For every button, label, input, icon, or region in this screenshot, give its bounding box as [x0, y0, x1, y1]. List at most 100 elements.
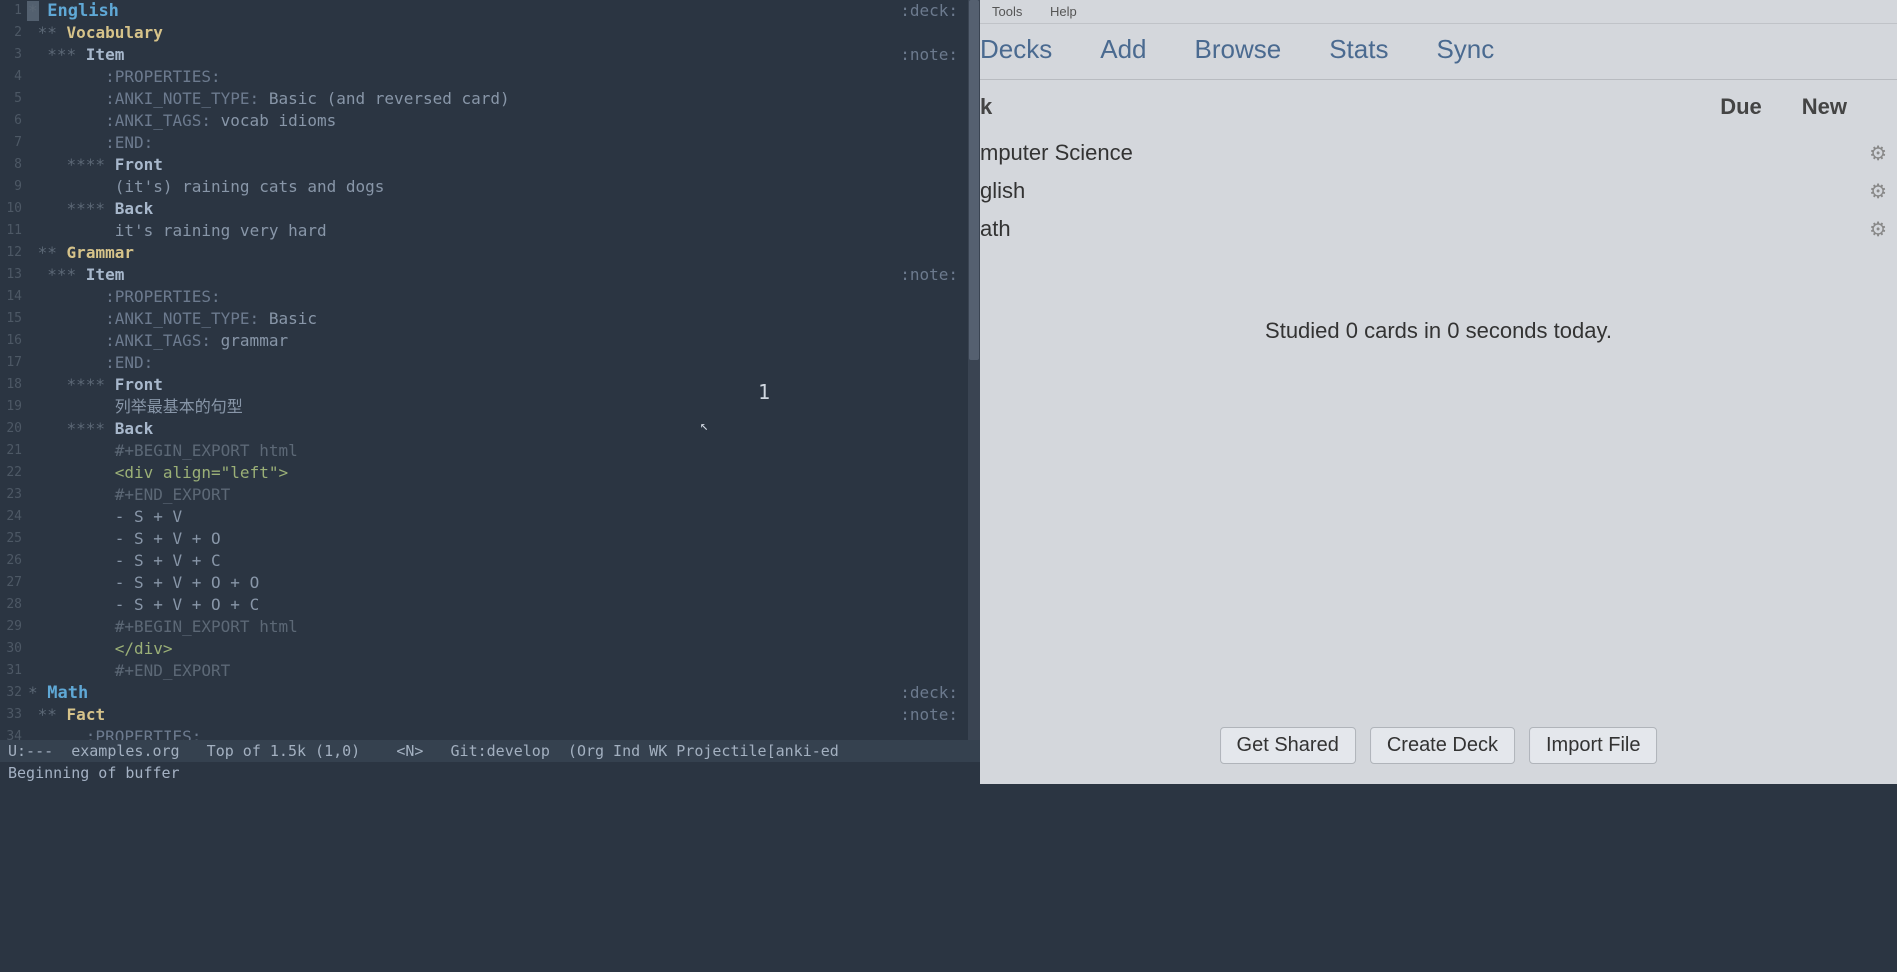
code-line[interactable]: 25 - S + V + O: [0, 528, 968, 550]
code-line[interactable]: 9 (it's) raining cats and dogs: [0, 176, 968, 198]
code-content[interactable]: - S + V + O + O: [28, 572, 968, 594]
code-line[interactable]: 4 :PROPERTIES:: [0, 66, 968, 88]
code-line[interactable]: 11 it's raining very hard: [0, 220, 968, 242]
code-line[interactable]: 20 **** Back: [0, 418, 968, 440]
code-line[interactable]: 3 *** Item:note:: [0, 44, 968, 66]
code-line[interactable]: 28 - S + V + O + C: [0, 594, 968, 616]
editor-pane[interactable]: 1* English:deck:2 ** Vocabulary3 *** Ite…: [0, 0, 968, 784]
code-content[interactable]: it's raining very hard: [28, 220, 968, 242]
code-content[interactable]: #+END_EXPORT: [28, 660, 968, 682]
deck-name[interactable]: glish: [980, 178, 1869, 204]
code-line[interactable]: 12 ** Grammar: [0, 242, 968, 264]
code-content[interactable]: ** Grammar: [28, 242, 968, 264]
code-line[interactable]: 6 :ANKI_TAGS: vocab idioms: [0, 110, 968, 132]
nav-browse[interactable]: Browse: [1195, 34, 1282, 65]
code-content[interactable]: #+BEGIN_EXPORT html: [28, 616, 968, 638]
code-content[interactable]: ** Fact:note:: [28, 704, 968, 726]
code-line[interactable]: 30 </div>: [0, 638, 968, 660]
line-number: 21: [0, 440, 28, 462]
code-line[interactable]: 5 :ANKI_NOTE_TYPE: Basic (and reversed c…: [0, 88, 968, 110]
line-number: 13: [0, 264, 28, 286]
import-file-button[interactable]: Import File: [1529, 727, 1657, 764]
line-number: 18: [0, 374, 28, 396]
code-content[interactable]: :ANKI_NOTE_TYPE: Basic (and reversed car…: [28, 88, 968, 110]
code-content[interactable]: - S + V + O + C: [28, 594, 968, 616]
deck-name[interactable]: ath: [980, 216, 1869, 242]
line-number: 6: [0, 110, 28, 132]
scrollbar-thumb[interactable]: [969, 0, 979, 360]
line-number: 4: [0, 66, 28, 88]
nav-stats[interactable]: Stats: [1329, 34, 1388, 65]
code-content[interactable]: - S + V: [28, 506, 968, 528]
nav-decks[interactable]: Decks: [980, 34, 1052, 65]
code-line[interactable]: 7 :END:: [0, 132, 968, 154]
code-content[interactable]: - S + V + O: [28, 528, 968, 550]
line-number: 15: [0, 308, 28, 330]
code-line[interactable]: 13 *** Item:note:: [0, 264, 968, 286]
code-line[interactable]: 22 <div align="left">: [0, 462, 968, 484]
code-line[interactable]: 10 **** Back: [0, 198, 968, 220]
gear-icon[interactable]: ⚙: [1869, 141, 1887, 166]
code-content[interactable]: :PROPERTIES:: [28, 286, 968, 308]
code-content[interactable]: :ANKI_NOTE_TYPE: Basic: [28, 308, 968, 330]
code-line[interactable]: 32* Math:deck:: [0, 682, 968, 704]
code-content[interactable]: :END:: [28, 352, 968, 374]
code-line[interactable]: 1* English:deck:: [0, 0, 968, 22]
code-line[interactable]: 21 #+BEGIN_EXPORT html: [0, 440, 968, 462]
code-content[interactable]: <div align="left">: [28, 462, 968, 484]
code-content[interactable]: </div>: [28, 638, 968, 660]
code-content[interactable]: :PROPERTIES:: [28, 66, 968, 88]
code-content[interactable]: #+BEGIN_EXPORT html: [28, 440, 968, 462]
code-content[interactable]: **** Back: [28, 198, 968, 220]
code-line[interactable]: 24 - S + V: [0, 506, 968, 528]
code-line[interactable]: 17 :END:: [0, 352, 968, 374]
nav-sync[interactable]: Sync: [1436, 34, 1494, 65]
gear-icon[interactable]: ⚙: [1869, 217, 1887, 242]
code-content[interactable]: 列举最基本的句型: [28, 396, 968, 418]
code-content[interactable]: ** Vocabulary: [28, 22, 968, 44]
deck-row[interactable]: ath⚙: [980, 210, 1897, 248]
menu-tools[interactable]: Tools: [992, 4, 1022, 19]
code-line[interactable]: 18 **** Front: [0, 374, 968, 396]
code-content[interactable]: :ANKI_TAGS: grammar: [28, 330, 968, 352]
nav-add[interactable]: Add: [1100, 34, 1146, 65]
menu-help[interactable]: Help: [1050, 4, 1077, 19]
code-content[interactable]: :END:: [28, 132, 968, 154]
code-line[interactable]: 14 :PROPERTIES:: [0, 286, 968, 308]
code-content[interactable]: :ANKI_TAGS: vocab idioms: [28, 110, 968, 132]
code-line[interactable]: 19 列举最基本的句型: [0, 396, 968, 418]
code-line[interactable]: 29 #+BEGIN_EXPORT html: [0, 616, 968, 638]
code-line[interactable]: 15 :ANKI_NOTE_TYPE: Basic: [0, 308, 968, 330]
code-line[interactable]: 16 :ANKI_TAGS: grammar: [0, 330, 968, 352]
deck-row[interactable]: glish⚙: [980, 172, 1897, 210]
code-line[interactable]: 8 **** Front: [0, 154, 968, 176]
get-shared-button[interactable]: Get Shared: [1220, 727, 1356, 764]
code-line[interactable]: 23 #+END_EXPORT: [0, 484, 968, 506]
code-content[interactable]: *** Item:note:: [28, 44, 968, 66]
deck-table-header: k Due New: [980, 80, 1897, 134]
create-deck-button[interactable]: Create Deck: [1370, 727, 1515, 764]
code-line[interactable]: 33 ** Fact:note:: [0, 704, 968, 726]
editor-scrollbar[interactable]: [968, 0, 980, 740]
line-number: 19: [0, 396, 28, 418]
code-content[interactable]: * English:deck:: [28, 0, 968, 22]
gear-icon[interactable]: ⚙: [1869, 179, 1887, 204]
code-content[interactable]: *** Item:note:: [28, 264, 968, 286]
line-number: 7: [0, 132, 28, 154]
code-content[interactable]: #+END_EXPORT: [28, 484, 968, 506]
code-content[interactable]: - S + V + C: [28, 550, 968, 572]
deck-name[interactable]: mputer Science: [980, 140, 1869, 166]
code-content[interactable]: * Math:deck:: [28, 682, 968, 704]
deck-row[interactable]: mputer Science⚙: [980, 134, 1897, 172]
code-content[interactable]: **** Front: [28, 374, 968, 396]
line-number: 23: [0, 484, 28, 506]
code-line[interactable]: 31 #+END_EXPORT: [0, 660, 968, 682]
code-content[interactable]: **** Front: [28, 154, 968, 176]
code-content[interactable]: (it's) raining cats and dogs: [28, 176, 968, 198]
code-line[interactable]: 27 - S + V + O + O: [0, 572, 968, 594]
code-content[interactable]: **** Back: [28, 418, 968, 440]
code-line[interactable]: 26 - S + V + C: [0, 550, 968, 572]
line-number: 28: [0, 594, 28, 616]
code-line[interactable]: 2 ** Vocabulary: [0, 22, 968, 44]
line-number: 10: [0, 198, 28, 220]
